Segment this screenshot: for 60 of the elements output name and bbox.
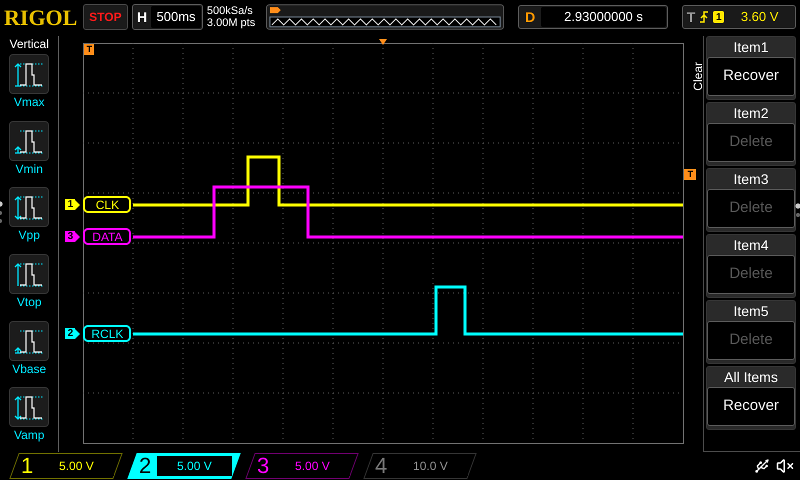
rising-edge-icon (699, 10, 710, 24)
trigger-level-marker[interactable]: T (684, 169, 696, 180)
measurement-label: Vmax (14, 94, 45, 110)
menu-item-title: Item2 (733, 104, 768, 123)
channel-scale-value: 5.00 V (157, 456, 232, 476)
measurement-button[interactable] (9, 187, 50, 228)
measurement-label: Vamp (14, 427, 44, 444)
measurement-button[interactable] (9, 320, 50, 361)
trigger-box[interactable]: T 1 3.60 V (682, 5, 796, 29)
menu-title: Clear (690, 62, 706, 91)
channel-number: 4 (375, 454, 388, 478)
trigger-point-icon (379, 39, 388, 45)
delay-value: 2.93000000 s (541, 7, 666, 27)
channel-scale-tab[interactable]: 2 5.00 V (127, 453, 241, 479)
delay-label: D (524, 8, 536, 26)
trigger-position-marker[interactable]: T (84, 44, 94, 55)
panel-title: Vertical (10, 36, 49, 52)
menu-item-title: All Items (724, 368, 778, 387)
trigger-label: T (686, 8, 696, 26)
channel-scale-tab[interactable]: 1 5.00 V (9, 453, 123, 479)
measurement-button[interactable] (9, 120, 50, 161)
channel-number: 3 (257, 454, 270, 478)
trigger-level: 3.60 V (740, 8, 780, 26)
mute-icon (776, 457, 794, 475)
measurement-button[interactable] (9, 54, 50, 94)
channel-marker[interactable]: 2 (65, 328, 76, 339)
measurement-label: Vtop (16, 294, 42, 310)
menu-item-title: Item1 (733, 38, 768, 57)
measurement-button[interactable] (9, 387, 50, 428)
channel-label: DATA (83, 228, 132, 245)
usb-icon (754, 458, 770, 474)
memory-depth: 3.00M pts (206, 17, 256, 29)
channel-number: 2 (139, 454, 152, 478)
horizontal-scale-value: 500ms (151, 6, 201, 28)
measurement-button[interactable] (9, 254, 50, 294)
menu-item-title: Item5 (733, 302, 768, 321)
trigger-source: 1 (713, 11, 724, 23)
channel-marker[interactable]: 1 (65, 199, 76, 210)
channel-label: RCLK (83, 325, 132, 342)
menu-item[interactable]: Item1 Recover (706, 36, 796, 100)
horizontal-label: H (136, 8, 148, 26)
menu-item-title: Item4 (733, 236, 768, 255)
measurement-label: Vbase (12, 360, 46, 377)
channel-marker[interactable]: 3 (65, 231, 76, 242)
channel-number: 1 (21, 454, 34, 478)
run-stop-button[interactable]: STOP (82, 4, 128, 30)
brand-logo: RIGOL (4, 4, 78, 32)
channel-scale-tab[interactable]: 4 10.0 V (363, 453, 477, 479)
sample-rate: 500kSa/s (206, 5, 254, 17)
channel-scale-tab[interactable]: 3 5.00 V (245, 453, 359, 479)
horizontal-scale-box[interactable]: H 500ms (132, 4, 203, 30)
channel-label: CLK (83, 196, 132, 213)
delay-box[interactable]: D 2.93000000 s (518, 5, 668, 29)
measurement-label: Vpp (18, 227, 40, 244)
menu-item-title: Item3 (733, 170, 768, 189)
menu-item[interactable]: All Items Recover (706, 366, 796, 430)
menu-item-action[interactable]: Recover (707, 57, 795, 96)
measurement-label: Vmin (16, 160, 43, 177)
menu-item-action[interactable]: Recover (707, 387, 795, 426)
page-indicator-icon (795, 203, 800, 219)
